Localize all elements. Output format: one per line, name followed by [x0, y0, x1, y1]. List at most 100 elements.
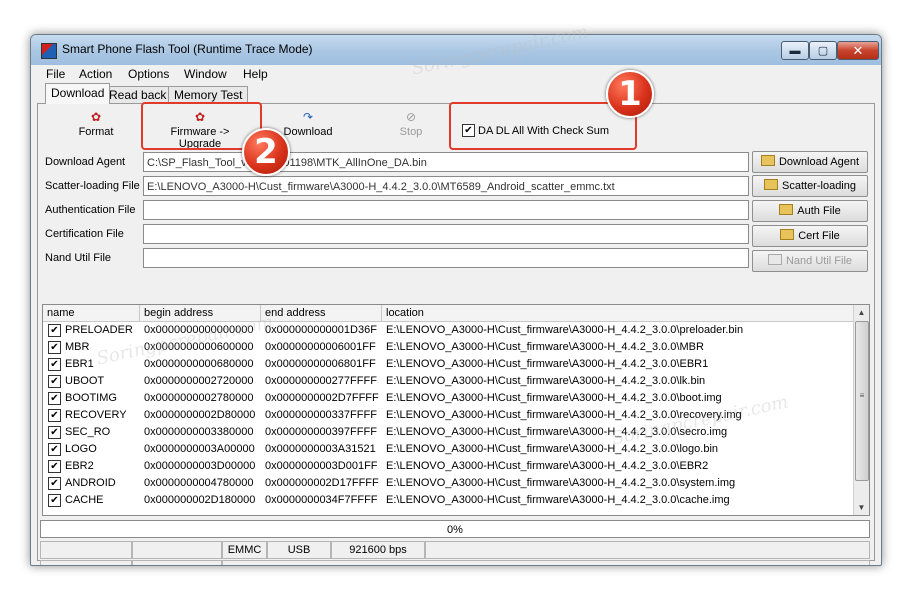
close-button[interactable]: ✕	[837, 41, 879, 60]
partition-name-cell: ✔ RECOVERY	[43, 407, 140, 424]
status-cell-empty	[222, 560, 870, 565]
download-tab-page: ✿ Format ✿ Firmware -> Upgrade ↷ Downloa…	[37, 103, 875, 565]
table-row[interactable]: ✔ UBOOT 0x0000000002720000 0x000000000277FF…	[43, 373, 853, 390]
location: E:\LENOVO_A3000-H\Cust_firmware\A3000-H_…	[386, 324, 744, 336]
download-button[interactable]: ↷ Download	[280, 108, 336, 146]
partition-checkbox[interactable]: ✔	[48, 459, 61, 473]
location: E:\LENOVO_A3000-H\Cust_firmware\A3000-H_…	[386, 358, 709, 370]
stop-icon: ⊘	[405, 110, 417, 124]
partition-checkbox[interactable]: ✔	[48, 323, 61, 337]
partition-checkbox[interactable]: ✔	[48, 408, 61, 422]
stop-button[interactable]: ⊘ Stop	[393, 108, 429, 146]
end-address: 0x000000000277FFFF	[265, 375, 377, 387]
menu-help[interactable]: Help	[243, 67, 268, 81]
begin-address: 0x0000000003A00000	[144, 443, 255, 455]
table-row[interactable]: ✔ SEC_RO 0x0000000003380000 0x000000000397F…	[43, 424, 853, 441]
partition-checkbox[interactable]: ✔	[48, 476, 61, 490]
column-name[interactable]: name	[43, 305, 140, 321]
table-row[interactable]: ✔ LOGO 0x0000000003A00000 0x0000000003A3152…	[43, 441, 853, 458]
tab-download[interactable]: Download	[45, 83, 111, 104]
end-address: 0x0000000002D7FFFF	[265, 392, 379, 404]
download-agent-path[interactable]: C:\SP_Flash_Tool_v5.1352.01198\MTK_AllIn…	[143, 152, 749, 172]
cert-file-path[interactable]	[143, 224, 749, 244]
table-scrollbar[interactable]: ▲ ≡ ▼	[853, 305, 869, 515]
format-button[interactable]: ✿ Format	[74, 108, 118, 146]
table-row[interactable]: ✔ RECOVERY 0x0000000002D80000 0x00000000033…	[43, 407, 853, 424]
status-cell-empty	[40, 560, 132, 565]
end-address: 0x000000002D17FFFF	[265, 477, 379, 489]
table-row[interactable]: ✔ EBR1 0x0000000000680000 0x00000000006801F…	[43, 356, 853, 373]
begin-address: 0x0000000004780000	[144, 477, 254, 489]
scroll-up-arrow[interactable]: ▲	[854, 305, 869, 320]
cert-file-button[interactable]: Cert File	[752, 225, 868, 247]
begin-address: 0x0000000002720000	[144, 375, 254, 387]
minimize-button[interactable]: ▬	[781, 41, 809, 60]
status-cell-empty	[40, 541, 132, 559]
maximize-button[interactable]: ▢	[809, 41, 837, 60]
folder-icon	[767, 254, 782, 265]
location: E:\LENOVO_A3000-H\Cust_firmware\A3000-H_…	[386, 341, 704, 353]
partition-name: PRELOADER	[65, 324, 133, 336]
table-row[interactable]: ✔ EBR2 0x0000000003D00000 0x0000000003D001F…	[43, 458, 853, 475]
table-row[interactable]: ✔ ANDROID 0x0000000004780000 0x000000002D17…	[43, 475, 853, 492]
column-end-address[interactable]: end address	[261, 305, 382, 321]
table-row[interactable]: ✔ PRELOADER 0x0000000000000000 0x0000000000…	[43, 322, 853, 339]
folder-icon	[779, 204, 794, 215]
tab-memory-test[interactable]: Memory Test	[168, 86, 249, 103]
download-agent-button-label: Download Agent	[778, 156, 860, 168]
end-address: 0x0000000003D001FF	[265, 460, 378, 472]
menu-action[interactable]: Action	[79, 67, 112, 81]
status-bar-secondary	[40, 560, 870, 565]
nand-util-path[interactable]	[143, 248, 749, 268]
tab-read-back[interactable]: Read back	[103, 86, 173, 103]
step-2-badge: 2	[242, 128, 290, 176]
nand-util-button[interactable]: Nand Util File	[752, 250, 868, 272]
scroll-thumb[interactable]: ≡	[855, 321, 869, 481]
partition-name-cell: ✔ ANDROID	[43, 475, 140, 492]
partition-checkbox[interactable]: ✔	[48, 442, 61, 456]
menu-options[interactable]: Options	[128, 67, 169, 81]
begin-address: 0x0000000000600000	[144, 341, 254, 353]
begin-address: 0x0000000002D80000	[144, 409, 256, 421]
auth-file-button[interactable]: Auth File	[752, 200, 868, 222]
end-address: 0x000000000001D36F	[265, 324, 377, 336]
partition-checkbox[interactable]: ✔	[48, 493, 61, 507]
auth-file-button-label: Auth File	[797, 205, 841, 217]
location: E:\LENOVO_A3000-H\Cust_firmware\A3000-H_…	[386, 494, 730, 506]
status-port: USB	[267, 541, 331, 559]
partition-checkbox[interactable]: ✔	[48, 425, 61, 439]
partition-name: UBOOT	[65, 375, 105, 387]
table-row[interactable]: ✔ MBR 0x0000000000600000 0x00000000006001FF…	[43, 339, 853, 356]
download-agent-button[interactable]: Download Agent	[752, 151, 868, 173]
location: E:\LENOVO_A3000-H\Cust_firmware\A3000-H_…	[386, 409, 742, 421]
menu-window[interactable]: Window	[184, 67, 227, 81]
begin-address: 0x0000000000680000	[144, 358, 254, 370]
partition-name: EBR1	[65, 358, 94, 370]
location: E:\LENOVO_A3000-H\Cust_firmware\A3000-H_…	[386, 443, 719, 455]
cert-file-button-label: Cert File	[798, 230, 840, 242]
auth-file-label: Authentication File	[45, 204, 136, 216]
column-location[interactable]: location	[382, 305, 853, 321]
column-begin-address[interactable]: begin address	[140, 305, 261, 321]
partition-name-cell: ✔ UBOOT	[43, 373, 140, 390]
location: E:\LENOVO_A3000-H\Cust_firmware\A3000-H_…	[386, 375, 706, 387]
scatter-file-path[interactable]: E:\LENOVO_A3000-H\Cust_firmware\A3000-H_…	[143, 176, 749, 196]
auth-file-path[interactable]	[143, 200, 749, 220]
partition-checkbox[interactable]: ✔	[48, 340, 61, 354]
table-row[interactable]: ✔ BOOTIMG 0x0000000002780000 0x0000000002D7…	[43, 390, 853, 407]
location: E:\LENOVO_A3000-H\Cust_firmware\A3000-H_…	[386, 460, 709, 472]
nand-util-button-label: Nand Util File	[785, 255, 853, 267]
title-bar[interactable]: Smart Phone Flash Tool (Runtime Trace Mo…	[31, 35, 881, 65]
table-body: ✔ PRELOADER 0x0000000000000000 0x0000000000…	[43, 322, 853, 509]
folder-icon	[764, 179, 778, 190]
scatter-loading-button[interactable]: Scatter-loading	[752, 175, 868, 197]
partition-checkbox[interactable]: ✔	[48, 391, 61, 405]
partition-checkbox[interactable]: ✔	[48, 357, 61, 371]
begin-address: 0x0000000003D00000	[144, 460, 256, 472]
table-row[interactable]: ✔ CACHE 0x000000002D180000 0x0000000034F7FF…	[43, 492, 853, 509]
partition-checkbox[interactable]: ✔	[48, 374, 61, 388]
menu-file[interactable]: File	[46, 67, 65, 81]
scroll-down-arrow[interactable]: ▼	[854, 500, 869, 515]
status-cell-empty	[425, 541, 870, 559]
checksum-highlight-box	[449, 102, 637, 150]
